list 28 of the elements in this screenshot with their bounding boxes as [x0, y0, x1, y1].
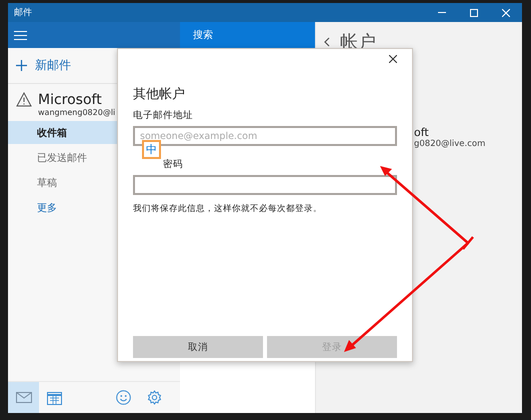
settings-icon — [147, 390, 162, 405]
calendar-icon — [47, 390, 62, 405]
dialog-title: 其他帐户 — [133, 86, 186, 103]
account-email: g0820@live.com — [414, 139, 486, 149]
warning-icon — [16, 92, 32, 107]
search-button[interactable]: 搜索 — [193, 28, 213, 42]
maximize-icon — [470, 8, 478, 16]
account-name: Microsoft — [38, 92, 102, 108]
field-label: 密码 — [163, 158, 183, 171]
account-email: wangmeng0820@li — [38, 108, 116, 117]
ime-indicator: 中 — [142, 140, 161, 159]
back-icon[interactable] — [324, 37, 330, 47]
dialog-button[interactable]: 取消 — [133, 336, 263, 358]
account-name: oft — [414, 126, 430, 139]
menu-icon[interactable] — [14, 30, 27, 40]
close-icon — [502, 8, 510, 16]
window-title: 邮件 — [14, 6, 33, 19]
password-field[interactable] — [133, 175, 397, 195]
smiley-icon — [116, 390, 131, 405]
nav-button[interactable] — [8, 382, 39, 413]
new-mail-link[interactable]: 新邮件 — [35, 57, 71, 74]
email-field[interactable]: someone@example.com — [133, 126, 397, 146]
plus-icon — [16, 60, 27, 71]
info-text: 我们将保存此信息，这样你就不必每次都登录。 — [133, 203, 323, 215]
minimize-icon — [438, 12, 446, 13]
field-label: 电子邮件地址 — [133, 109, 193, 122]
mail-icon — [16, 392, 32, 403]
close-icon[interactable] — [389, 55, 397, 63]
